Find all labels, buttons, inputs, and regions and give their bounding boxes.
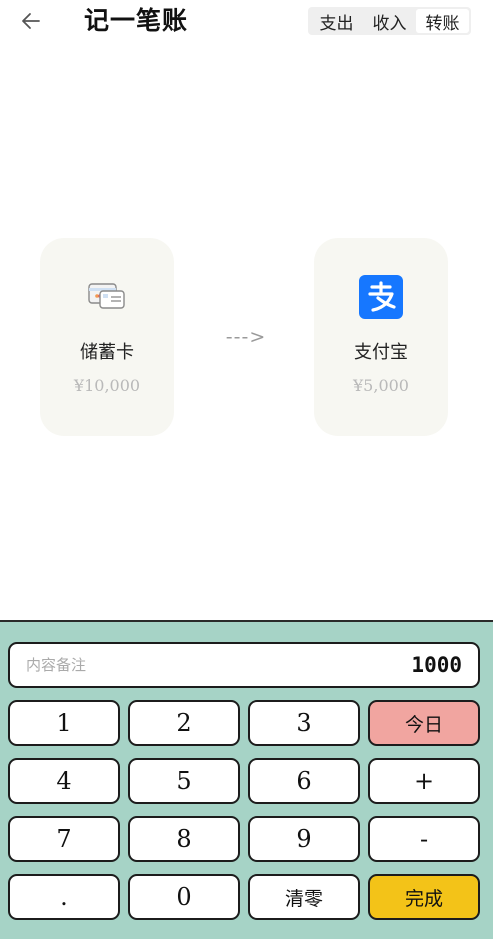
key-7[interactable]: 7 [8,816,120,862]
from-account-name: 储蓄卡 [80,342,134,363]
clear-button[interactable]: 清零 [248,874,360,920]
key-6[interactable]: 6 [248,758,360,804]
to-account-balance: ¥5,000 [353,376,409,395]
key-dot[interactable]: . [8,874,120,920]
type-segmented-control: 支出 收入 转账 [308,7,471,35]
key-3[interactable]: 3 [248,700,360,746]
key-5[interactable]: 5 [128,758,240,804]
key-1[interactable]: 1 [8,700,120,746]
key-9[interactable]: 9 [248,816,360,862]
page-title: 记一笔账 [84,6,189,35]
back-button[interactable] [14,4,48,38]
key-2[interactable]: 2 [128,700,240,746]
from-account-balance: ¥10,000 [73,376,141,395]
from-account-card[interactable]: 储蓄卡 ¥10,000 [40,238,174,436]
tab-income[interactable]: 收入 [363,9,416,34]
plus-button[interactable]: + [368,758,480,804]
alipay-icon [358,274,404,320]
tab-expense[interactable]: 支出 [310,9,363,34]
memo-input[interactable] [26,644,326,686]
bank-card-icon [84,274,130,320]
key-4[interactable]: 4 [8,758,120,804]
to-account-card[interactable]: 支付宝 ¥5,000 [314,238,448,436]
number-keyboard: 1000 1 2 3 今日 4 5 6 + 7 8 9 - . 0 清零 完成 [0,620,493,939]
memo-amount-row: 1000 [8,642,480,688]
to-account-name: 支付宝 [354,342,408,363]
header: 记一笔账 支出 收入 转账 [0,0,493,44]
done-button[interactable]: 完成 [368,874,480,920]
tab-transfer[interactable]: 转账 [416,9,469,34]
key-8[interactable]: 8 [128,816,240,862]
arrow-left-icon [22,13,40,29]
key-0[interactable]: 0 [128,874,240,920]
transfer-arrow: ---> [225,326,267,348]
amount-display: 1000 [411,653,462,677]
today-button[interactable]: 今日 [368,700,480,746]
minus-button[interactable]: - [368,816,480,862]
